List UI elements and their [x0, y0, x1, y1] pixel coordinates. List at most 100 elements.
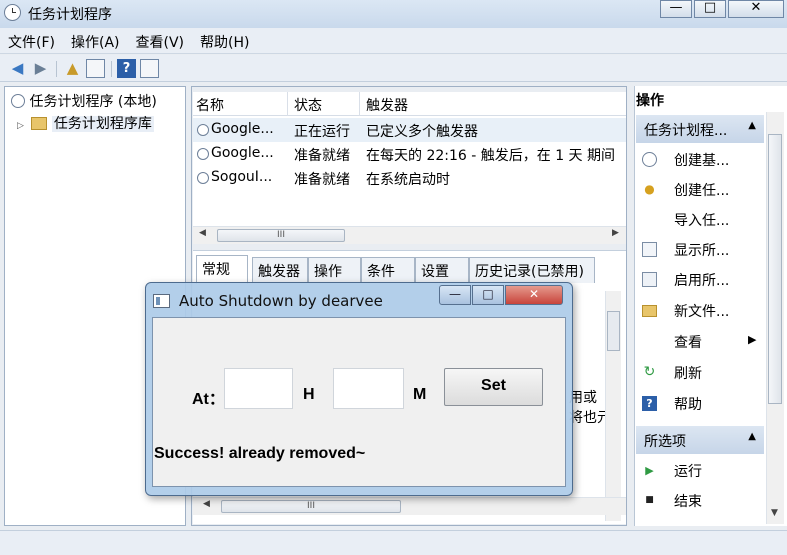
tree-root[interactable]: 任务计划程序 (本地)	[11, 91, 157, 111]
task-list-header: 名称 状态 触发器	[193, 92, 626, 116]
status-message: Success! already removed~	[154, 445, 366, 462]
column-name[interactable]: 名称	[196, 95, 224, 115]
tab-triggers[interactable]: 触发器	[252, 257, 308, 283]
menu-file[interactable]: 文件(F)	[0, 28, 63, 54]
clock-icon	[4, 4, 21, 21]
detail-vertical-scrollbar[interactable]	[605, 291, 621, 521]
column-trigger[interactable]: 触发器	[366, 95, 408, 115]
show-hide-action-pane-icon[interactable]	[140, 59, 159, 78]
menu-bar: 文件(F) 操作(A) 查看(V) 帮助(H)	[0, 28, 787, 54]
close-button[interactable]: ✕	[728, 0, 784, 18]
actions-vertical-scrollbar[interactable]: ▼	[766, 112, 784, 524]
collapse-arrow-icon[interactable]: ▲	[748, 120, 756, 131]
hour-input[interactable]	[224, 368, 293, 409]
tab-general[interactable]: 常规	[196, 255, 248, 284]
enable-history-icon	[642, 272, 657, 287]
collapse-arrow-icon[interactable]: ▲	[748, 431, 756, 442]
scroll-right-icon[interactable]: ▶	[612, 228, 619, 238]
action-label: 查看	[674, 335, 702, 351]
minimize-button[interactable]: —	[660, 0, 692, 18]
table-row[interactable]: Google... 准备就绪 在每天的 22:16 - 触发后，在 1 天 期间	[193, 142, 626, 166]
task-trigger: 已定义多个触发器	[366, 124, 478, 140]
task-name: SogouI...	[211, 169, 273, 185]
detail-text-fragment: 用或	[569, 390, 597, 406]
scrollbar-thumb[interactable]: III	[221, 500, 401, 513]
actions-group-label: 所选项	[644, 434, 686, 450]
minute-input[interactable]	[333, 368, 404, 409]
task-name: Google...	[211, 121, 274, 137]
tab-settings[interactable]: 设置	[415, 257, 469, 283]
action-label: 帮助	[674, 397, 702, 413]
maximize-button[interactable]: □	[694, 0, 726, 18]
dialog-minimize-button[interactable]: —	[439, 285, 471, 305]
task-name: Google...	[211, 145, 274, 161]
table-row[interactable]: SogouI... 准备就绪 在系统启动时	[193, 166, 626, 190]
create-task-icon: ●	[644, 182, 655, 196]
action-enable-history[interactable]: 启用所...	[642, 268, 762, 294]
menu-help[interactable]: 帮助(H)	[192, 28, 257, 54]
scroll-down-icon[interactable]: ▼	[771, 508, 778, 518]
action-view[interactable]: 查看 ▶	[642, 330, 762, 356]
menu-view[interactable]: 查看(V)	[128, 28, 193, 54]
task-status: 准备就绪	[294, 148, 350, 164]
forward-arrow-icon[interactable]: ▶	[31, 59, 50, 78]
action-create-task[interactable]: ● 创建任...	[642, 178, 762, 204]
tab-conditions[interactable]: 条件	[361, 257, 415, 283]
actions-header: 操作	[636, 93, 664, 109]
action-label: 新文件...	[674, 304, 730, 320]
show-hide-console-tree-icon[interactable]	[86, 59, 105, 78]
scrollbar-thumb[interactable]: III	[217, 229, 345, 242]
at-label: At：	[192, 391, 225, 408]
action-refresh[interactable]: ↻ 刷新	[642, 361, 762, 387]
dialog-title: Auto Shutdown by dearvee	[179, 292, 383, 310]
action-label: 创建任...	[674, 183, 730, 199]
dialog-maximize-button[interactable]: □	[472, 285, 504, 305]
minute-unit-label: M	[413, 386, 427, 403]
column-separator[interactable]	[287, 92, 288, 116]
action-label: 刷新	[674, 366, 702, 382]
scroll-left-icon[interactable]: ◀	[203, 499, 210, 509]
task-status: 正在运行	[294, 124, 350, 140]
scrollbar-thumb[interactable]	[768, 134, 782, 404]
clock-icon	[197, 148, 209, 160]
menu-action[interactable]: 操作(A)	[63, 28, 128, 54]
tab-actions[interactable]: 操作	[308, 257, 361, 283]
help-icon[interactable]: ?	[117, 59, 136, 78]
action-label: 显示所...	[674, 243, 730, 259]
actions-group-selected[interactable]: 所选项 ▲	[636, 426, 764, 454]
clock-icon	[11, 94, 25, 108]
auto-shutdown-dialog: Auto Shutdown by dearvee — □ ✕ At： H M S…	[145, 282, 573, 496]
action-new-folder[interactable]: 新文件...	[642, 299, 762, 325]
tree-item-library[interactable]: ▷ 任务计划程序库	[17, 113, 154, 133]
detail-horizontal-scrollbar[interactable]: ◀ III	[193, 497, 626, 515]
action-label: 运行	[674, 464, 702, 480]
help-icon: ?	[642, 396, 657, 411]
scrollbar-thumb[interactable]	[607, 311, 620, 351]
action-display-running[interactable]: 显示所...	[642, 238, 762, 264]
column-status[interactable]: 状态	[294, 95, 322, 115]
action-help[interactable]: ? 帮助	[642, 392, 762, 418]
scroll-left-icon[interactable]: ◀	[199, 228, 206, 238]
action-import-task[interactable]: 导入任...	[642, 208, 762, 234]
actions-group-scheduler[interactable]: 任务计划程... ▲	[636, 115, 764, 143]
action-create-basic-task[interactable]: 创建基...	[642, 148, 762, 174]
task-trigger: 在系统启动时	[366, 172, 450, 188]
task-status: 准备就绪	[294, 172, 350, 188]
back-arrow-icon[interactable]: ◀	[8, 59, 27, 78]
task-list-horizontal-scrollbar[interactable]: ◀ III ▶	[193, 226, 626, 244]
display-running-icon	[642, 242, 657, 257]
end-icon: ■	[645, 495, 654, 505]
table-row[interactable]: Google... 正在运行 已定义多个触发器	[193, 118, 626, 142]
window-title: 任务计划程序	[28, 7, 112, 23]
action-run[interactable]: ▶ 运行	[642, 459, 762, 485]
tab-history[interactable]: 历史记录(已禁用)	[469, 257, 595, 283]
expand-arrow-icon[interactable]: ▷	[17, 121, 24, 131]
column-separator[interactable]	[359, 92, 360, 116]
window-titlebar: 任务计划程序 — □ ✕	[0, 0, 787, 28]
up-folder-icon[interactable]: ▲	[63, 59, 82, 78]
dialog-close-button[interactable]: ✕	[505, 285, 563, 305]
action-end[interactable]: ■ 结束	[642, 489, 762, 515]
set-button[interactable]: Set	[444, 368, 543, 406]
submenu-arrow-icon: ▶	[748, 333, 757, 346]
toolbar-separator	[111, 61, 112, 77]
